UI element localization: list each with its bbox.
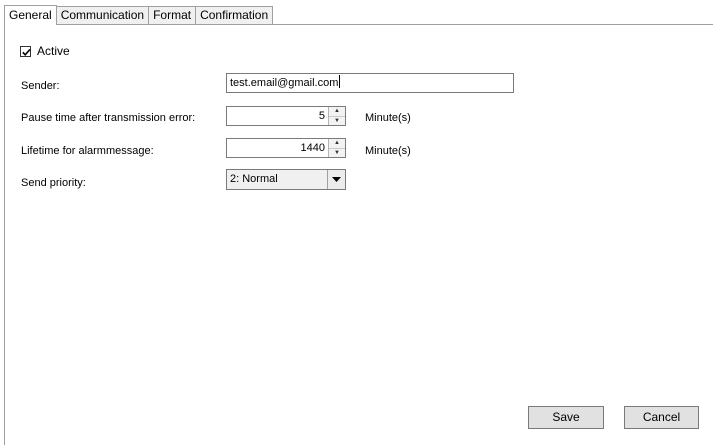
sender-value: test.email@gmail.com [230,77,339,89]
pause-time-unit: Minute(s) [365,112,411,124]
lifetime-label: Lifetime for alarmmessage: [21,145,154,157]
arrow-up-icon: ▲ [334,108,340,115]
active-label: Active [37,44,70,58]
lifetime-value: 1440 [300,142,325,154]
arrow-down-icon: ▼ [334,149,340,156]
check-icon [22,48,31,56]
lifetime-spin-buttons: ▲ ▼ [328,139,345,157]
pause-time-value: 5 [318,110,325,122]
pause-time-up-button[interactable]: ▲ [329,107,345,117]
pause-time-down-button[interactable]: ▼ [329,116,345,125]
cancel-button[interactable]: Cancel [624,406,699,429]
lifetime-down-button[interactable]: ▼ [329,148,345,157]
send-priority-value: 2: Normal [230,173,278,185]
sender-label: Sender: [21,80,60,92]
tab-strip: General Communication Format Confirmatio… [4,5,274,25]
lifetime-up-button[interactable]: ▲ [329,139,345,149]
save-button[interactable]: Save [528,406,604,429]
lifetime-stepper[interactable]: 1440 ▲ ▼ [226,138,346,158]
send-priority-dropdown-button[interactable] [327,170,345,189]
active-checkbox[interactable] [20,45,31,57]
lifetime-unit: Minute(s) [365,145,411,157]
arrow-up-icon: ▲ [334,140,340,147]
tab-confirmation[interactable]: Confirmation [196,6,274,24]
tab-format[interactable]: Format [149,6,197,24]
send-priority-select[interactable]: 2: Normal [226,169,346,190]
tab-general[interactable]: General [4,5,57,25]
arrow-down-icon: ▼ [334,117,340,124]
send-priority-label: Send priority: [21,177,86,189]
chevron-down-icon [332,177,341,182]
tab-communication[interactable]: Communication [56,6,150,24]
text-caret [339,75,341,88]
pause-time-stepper[interactable]: 5 ▲ ▼ [226,106,346,126]
sender-input[interactable]: test.email@gmail.com [226,73,514,93]
active-checkbox-row[interactable]: Active [20,44,70,58]
pause-time-spin-buttons: ▲ ▼ [328,107,345,125]
pause-time-label: Pause time after transmission error: [21,112,196,124]
